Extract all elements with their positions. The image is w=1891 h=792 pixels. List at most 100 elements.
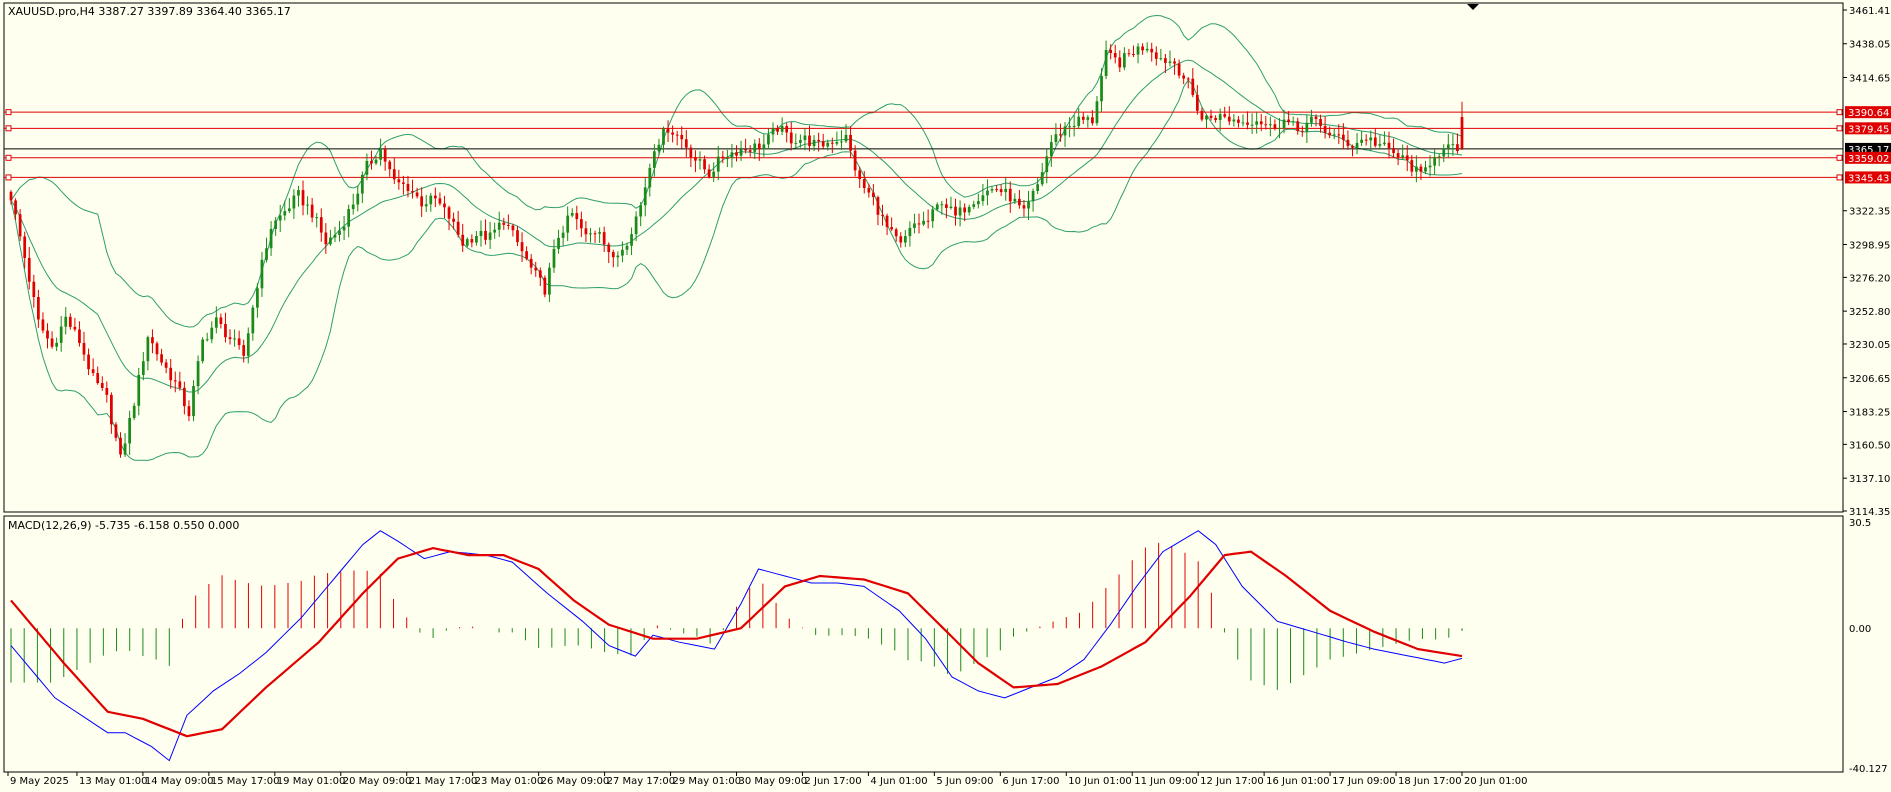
macd-tick-label: -40.127 [1849, 764, 1888, 775]
candle-body-95 [443, 203, 446, 208]
candle-body-160 [739, 149, 743, 156]
candle-body-215 [990, 189, 994, 191]
candle-body-24 [119, 437, 122, 455]
price-tick-label: 3298.95 [1849, 241, 1890, 252]
candle-body-151 [698, 159, 702, 161]
candle-body-9 [50, 338, 54, 347]
candle-body-12 [64, 316, 68, 327]
level-handle-left-0 [5, 109, 12, 116]
candle-body-295 [1355, 142, 1359, 148]
candle-body-234 [1077, 116, 1081, 126]
candle-body-316 [1451, 144, 1455, 146]
time-tick-label: 13 May 01:00 [79, 776, 148, 787]
candle-body-70 [329, 237, 332, 245]
candle-body-26 [128, 417, 132, 444]
candle-body-92 [429, 195, 433, 205]
candle-body-166 [767, 134, 770, 145]
candle-body-276 [1268, 124, 1272, 126]
candle-body-130 [602, 232, 606, 245]
level-handle-right-0 [1836, 109, 1843, 116]
time-tick-label: 11 Jun 09:00 [1134, 776, 1198, 787]
candle-body-260 [1195, 94, 1199, 111]
candle-body-165 [762, 144, 766, 150]
candle-body-134 [621, 249, 624, 256]
price-tag-label: 3359.02 [1848, 154, 1889, 165]
time-tick-label: 15 May 17:00 [211, 776, 280, 787]
candle-body-303 [1392, 148, 1395, 154]
candle-body-291 [1337, 134, 1341, 136]
candle-body-314 [1442, 148, 1446, 157]
candle-body-301 [1383, 142, 1386, 145]
time-tick-label: 16 Jun 01:00 [1266, 776, 1330, 787]
candle-body-112 [520, 242, 524, 252]
candle-body-294 [1351, 146, 1354, 148]
candle-body-2 [18, 214, 22, 237]
candle-body-225 [1036, 184, 1040, 191]
candle-body-223 [1027, 201, 1030, 209]
candle-body-209 [963, 207, 967, 213]
candle-body-84 [392, 169, 396, 180]
candle-body-96 [447, 207, 451, 219]
candle-body-61 [287, 208, 291, 212]
candle-body-87 [406, 183, 410, 191]
candle-body-77 [360, 174, 364, 194]
macd-tick-label: 30.5 [1849, 518, 1871, 529]
candle-body-110 [511, 225, 515, 231]
price-tick-label: 3276.20 [1849, 273, 1890, 284]
macd-info-label: MACD(12,26,9) -5.735 -6.158 0.550 0.000 [8, 519, 240, 532]
candle-body-224 [1031, 190, 1035, 202]
candle-body-268 [1232, 119, 1236, 122]
candle-body-60 [283, 211, 287, 216]
candle-body-310 [1424, 167, 1427, 172]
price-tick-label: 3230.05 [1849, 340, 1890, 351]
level-handle-left-2 [5, 154, 12, 161]
candle-body-152 [703, 159, 706, 170]
level-handle-right-3 [1836, 174, 1843, 181]
candle-body-308 [1415, 166, 1418, 172]
symbol-info-label: XAUUSD.pro,H4 3387.27 3397.89 3364.40 33… [8, 5, 291, 18]
time-tick-label: 14 May 09:00 [145, 776, 214, 787]
candle-body-245 [1127, 53, 1131, 55]
candle-body-154 [712, 171, 716, 177]
candle-body-305 [1401, 155, 1405, 158]
candle-body-117 [543, 277, 547, 295]
chart-canvas[interactable]: 3461.413438.053414.653390.643379.453365.… [0, 0, 1891, 792]
candle-body-44 [210, 327, 214, 340]
candle-body-182 [840, 141, 843, 143]
candle-body-163 [753, 143, 757, 152]
candle-body-226 [1040, 172, 1044, 185]
candle-body-159 [735, 152, 738, 156]
candle-body-235 [1081, 116, 1085, 120]
candle-body-1 [14, 200, 17, 215]
candle-body-91 [424, 204, 428, 207]
candle-body-127 [589, 233, 592, 235]
candle-body-156 [721, 156, 725, 159]
candle-body-230 [1059, 134, 1062, 136]
candle-body-45 [214, 317, 218, 328]
candle-body-283 [1300, 130, 1304, 132]
level-handle-right-1 [1836, 125, 1843, 132]
candle-body-222 [1022, 205, 1026, 209]
price-tick-label: 3160.50 [1849, 440, 1890, 451]
candle-body-192 [885, 215, 889, 228]
candle-body-17 [87, 354, 90, 370]
price-tick-label: 3414.65 [1849, 74, 1890, 85]
candle-body-89 [415, 192, 419, 197]
time-tick-label: 10 Jun 01:00 [1068, 776, 1132, 787]
candle-body-98 [456, 221, 460, 235]
candle-body-312 [1433, 157, 1436, 166]
candle-body-126 [584, 228, 588, 235]
level-handle-left-1 [5, 125, 12, 132]
candle-body-120 [557, 237, 560, 249]
candle-body-240 [1104, 50, 1108, 77]
candle-body-16 [82, 343, 86, 355]
candle-body-284 [1305, 122, 1309, 132]
candle-body-243 [1118, 57, 1122, 68]
candle-body-56 [265, 248, 268, 260]
candle-body-248 [1141, 46, 1144, 51]
candle-body-128 [593, 233, 597, 235]
candle-body-73 [342, 226, 346, 231]
candle-body-138 [639, 205, 643, 217]
candle-body-307 [1410, 160, 1414, 172]
candle-body-206 [949, 206, 953, 208]
